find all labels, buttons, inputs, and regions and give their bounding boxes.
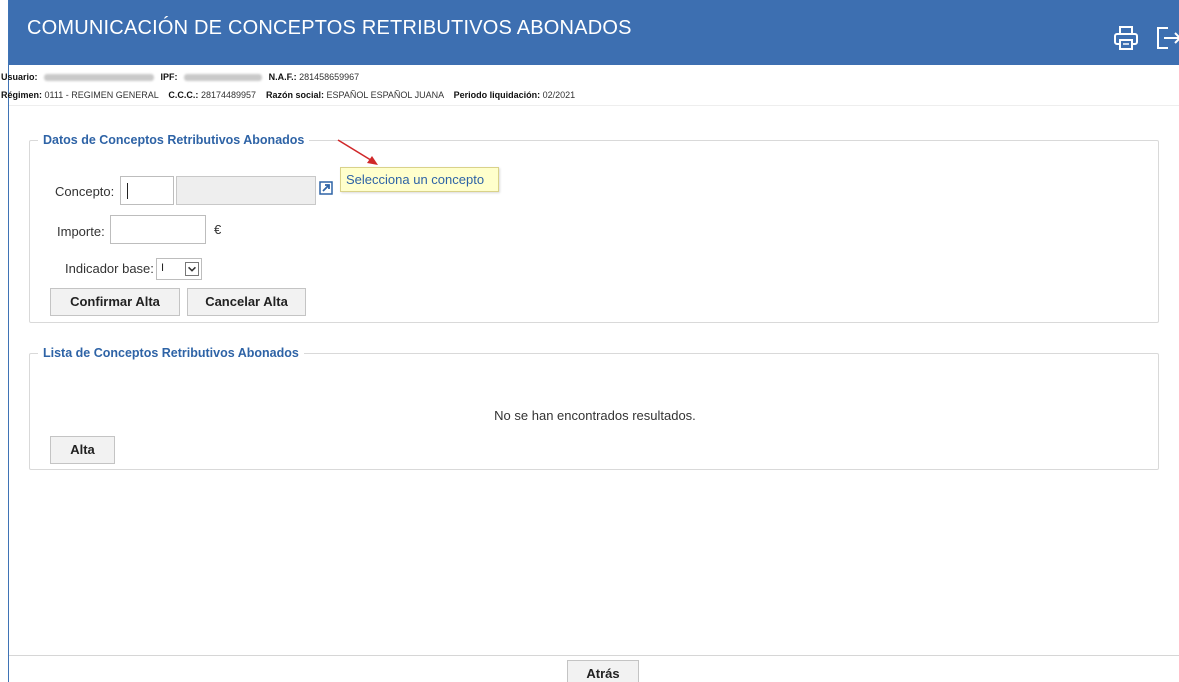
periodo-value: 02/2021 [542,90,576,100]
lista-panel: Lista de Conceptos Retributivos Abonados… [29,346,1159,470]
ipf-redacted [184,74,263,82]
user-info-line: Usuario: IPF: N.A.F.: 281458659967 [1,72,359,82]
concepto-description-field [176,176,316,205]
divider [9,105,1179,106]
page-title: COMUNICACIÓN DE CONCEPTOS RETRIBUTIVOS A… [27,17,632,39]
regimen-value: 0111 - REGIMEN GENERAL [44,90,159,100]
footer-divider [9,655,1179,656]
app-frame: COMUNICACIÓN DE CONCEPTOS RETRIBUTIVOS A… [1,0,1179,682]
datos-legend: Datos de Conceptos Retributivos Abonados [43,133,305,147]
indicador-base-select[interactable]: I [156,258,202,280]
header-bar: COMUNICACIÓN DE CONCEPTOS RETRIBUTIVOS A… [9,0,1179,65]
concepto-code-input[interactable] [120,176,174,205]
currency-symbol: € [214,222,222,237]
logout-icon[interactable] [1154,24,1179,52]
razon-social-label: Razón social: [266,90,325,100]
printer-icon[interactable] [1112,24,1140,52]
chevron-down-icon [185,262,199,276]
periodo-label: Periodo liquidación: [453,90,541,100]
empty-results-message: No se han encontrados resultados. [494,408,696,423]
indicador-base-label: Indicador base: [65,261,154,276]
naf-value: 281458659967 [299,72,360,82]
ipf-label: IPF: [160,72,178,82]
importe-label: Importe: [57,224,105,239]
company-info-line: Régimen: 0111 - REGIMEN GENERAL C.C.C.: … [1,90,575,100]
confirm-alta-button[interactable]: Confirmar Alta [50,288,180,316]
alta-button[interactable]: Alta [50,436,115,464]
back-button[interactable]: Atrás [567,660,639,682]
razon-social-value: ESPAÑOL ESPAÑOL JUANA [326,90,444,100]
importe-input[interactable] [110,215,206,244]
tooltip: Selecciona un concepto [340,167,499,192]
text-cursor [127,183,128,199]
naf-label: N.A.F.: [268,72,297,82]
lista-legend: Lista de Conceptos Retributivos Abonados [43,346,299,360]
datos-panel: Datos de Conceptos Retributivos Abonados… [29,133,1159,323]
annotation-arrow [337,139,378,165]
regimen-label: Régimen: [1,90,43,100]
cancel-alta-button[interactable]: Cancelar Alta [187,288,306,316]
concepto-label: Concepto: [55,184,115,199]
open-selector-icon[interactable] [319,181,333,195]
ccc-value: 28174489957 [200,90,256,100]
usuario-redacted [44,74,155,82]
usuario-label: Usuario: [1,72,38,82]
ccc-label: C.C.C.: [168,90,199,100]
indicador-base-value: I [161,262,165,274]
